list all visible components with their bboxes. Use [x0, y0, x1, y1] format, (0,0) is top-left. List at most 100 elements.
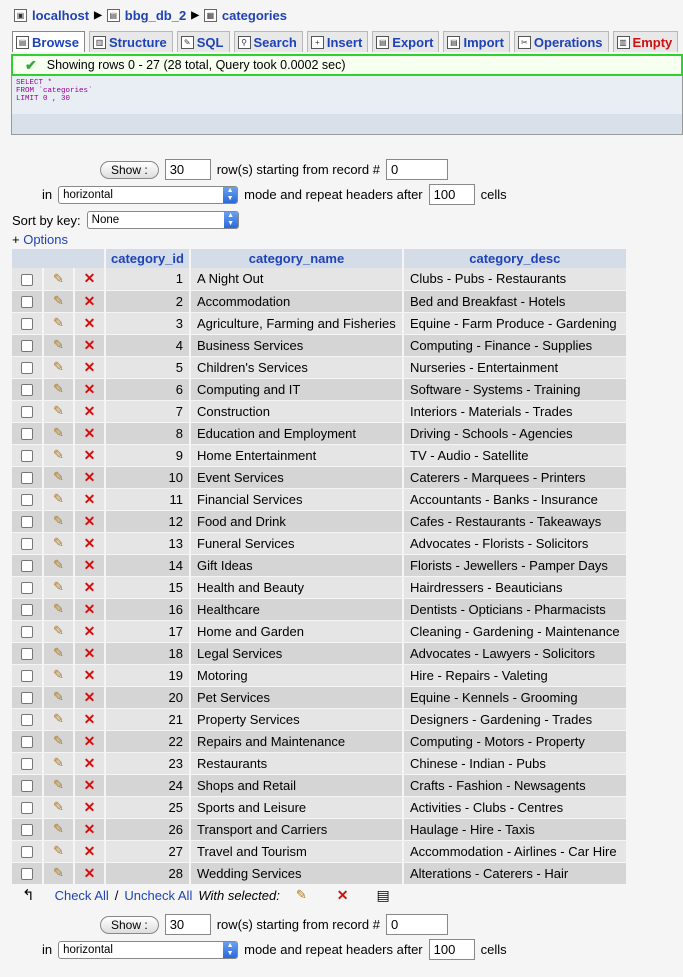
edit-pencil-icon[interactable]: ✎: [53, 535, 64, 550]
edit-pencil-icon[interactable]: ✎: [53, 337, 64, 352]
rows-count-input[interactable]: 30: [164, 914, 211, 935]
tab-insert[interactable]: + Insert: [306, 31, 369, 52]
delete-x-icon[interactable]: ✕: [84, 403, 96, 419]
rows-count-input[interactable]: 30: [164, 159, 211, 180]
row-checkbox[interactable]: [21, 340, 33, 353]
delete-x-icon[interactable]: ✕: [84, 645, 96, 661]
check-all-link[interactable]: Check All: [55, 888, 109, 903]
edit-pencil-icon[interactable]: ✎: [53, 821, 64, 836]
row-checkbox[interactable]: [21, 604, 33, 617]
edit-pencil-icon[interactable]: ✎: [53, 447, 64, 462]
delete-x-icon[interactable]: ✕: [84, 293, 96, 309]
row-checkbox[interactable]: [21, 538, 33, 551]
row-checkbox[interactable]: [21, 362, 33, 375]
column-header-category-name[interactable]: category_name: [190, 249, 404, 268]
delete-x-icon[interactable]: ✕: [84, 777, 96, 793]
tab-import[interactable]: ▤ Import: [443, 31, 510, 52]
row-checkbox[interactable]: [21, 582, 33, 595]
edit-pencil-icon[interactable]: ✎: [53, 645, 64, 660]
tab-sql[interactable]: ✎ SQL: [176, 31, 230, 52]
edit-pencil-icon[interactable]: ✎: [53, 491, 64, 506]
delete-x-icon[interactable]: ✕: [84, 623, 96, 639]
edit-pencil-icon[interactable]: ✎: [53, 843, 64, 858]
tab-export[interactable]: ▤ Export: [372, 31, 440, 52]
row-checkbox[interactable]: [21, 318, 33, 331]
row-checkbox[interactable]: [21, 868, 33, 881]
edit-pencil-icon[interactable]: ✎: [53, 315, 64, 330]
show-button[interactable]: Show :: [100, 160, 159, 179]
edit-pencil-icon[interactable]: ✎: [53, 689, 64, 704]
repeat-headers-input[interactable]: 100: [428, 939, 475, 960]
delete-selected-icon[interactable]: ✕: [337, 887, 349, 904]
delete-x-icon[interactable]: ✕: [84, 557, 96, 573]
row-checkbox[interactable]: [21, 472, 33, 485]
column-header-category-id[interactable]: category_id: [105, 249, 191, 268]
repeat-headers-input[interactable]: 100: [428, 184, 475, 205]
uncheck-all-link[interactable]: Uncheck All: [124, 888, 192, 903]
edit-pencil-icon[interactable]: ✎: [53, 799, 64, 814]
delete-x-icon[interactable]: ✕: [84, 755, 96, 771]
delete-x-icon[interactable]: ✕: [84, 447, 96, 463]
tab-operations[interactable]: ✂ Operations: [513, 31, 609, 52]
edit-pencil-icon[interactable]: ✎: [53, 403, 64, 418]
row-checkbox[interactable]: [21, 736, 33, 749]
edit-pencil-icon[interactable]: ✎: [53, 513, 64, 528]
row-checkbox[interactable]: [21, 802, 33, 815]
edit-selected-icon[interactable]: ✎: [296, 887, 307, 903]
delete-x-icon[interactable]: ✕: [84, 579, 96, 595]
row-checkbox[interactable]: [21, 516, 33, 529]
delete-x-icon[interactable]: ✕: [84, 513, 96, 529]
edit-pencil-icon[interactable]: ✎: [53, 755, 64, 770]
display-mode-select[interactable]: horizontal ▲ ▼: [58, 185, 239, 204]
sort-key-select[interactable]: None ▲ ▼: [86, 211, 239, 229]
column-header-category-desc[interactable]: category_desc: [403, 249, 628, 268]
edit-pencil-icon[interactable]: ✎: [53, 425, 64, 440]
row-checkbox[interactable]: [21, 824, 33, 837]
row-checkbox[interactable]: [21, 450, 33, 463]
row-checkbox[interactable]: [21, 780, 33, 793]
delete-x-icon[interactable]: ✕: [84, 601, 96, 617]
delete-x-icon[interactable]: ✕: [84, 491, 96, 507]
row-checkbox[interactable]: [21, 273, 33, 286]
row-checkbox[interactable]: [21, 406, 33, 419]
edit-pencil-icon[interactable]: ✎: [53, 733, 64, 748]
delete-x-icon[interactable]: ✕: [84, 315, 96, 331]
breadcrumb-table[interactable]: categories: [222, 8, 287, 23]
delete-x-icon[interactable]: ✕: [84, 337, 96, 353]
edit-pencil-icon[interactable]: ✎: [53, 623, 64, 638]
delete-x-icon[interactable]: ✕: [84, 425, 96, 441]
edit-pencil-icon[interactable]: ✎: [53, 579, 64, 594]
show-button[interactable]: Show :: [100, 915, 159, 934]
delete-x-icon[interactable]: ✕: [84, 865, 96, 881]
row-checkbox[interactable]: [21, 384, 33, 397]
export-selected-icon[interactable]: ▤: [377, 887, 390, 904]
row-checkbox[interactable]: [21, 692, 33, 705]
edit-pencil-icon[interactable]: ✎: [53, 777, 64, 792]
tab-empty[interactable]: ▥ Empty: [612, 31, 679, 52]
row-checkbox[interactable]: [21, 846, 33, 859]
breadcrumb-server[interactable]: localhost: [32, 8, 89, 23]
delete-x-icon[interactable]: ✕: [84, 535, 96, 551]
delete-x-icon[interactable]: ✕: [84, 667, 96, 683]
delete-x-icon[interactable]: ✕: [84, 689, 96, 705]
delete-x-icon[interactable]: ✕: [84, 843, 96, 859]
display-mode-select[interactable]: horizontal ▲ ▼: [58, 940, 239, 959]
row-checkbox[interactable]: [21, 758, 33, 771]
row-checkbox[interactable]: [21, 428, 33, 441]
row-checkbox[interactable]: [21, 670, 33, 683]
edit-pencil-icon[interactable]: ✎: [53, 557, 64, 572]
options-toggle[interactable]: + Options: [12, 232, 68, 247]
edit-pencil-icon[interactable]: ✎: [53, 865, 64, 880]
edit-pencil-icon[interactable]: ✎: [53, 381, 64, 396]
edit-pencil-icon[interactable]: ✎: [53, 711, 64, 726]
row-checkbox[interactable]: [21, 560, 33, 573]
row-checkbox[interactable]: [21, 494, 33, 507]
tab-search[interactable]: ⚲ Search: [233, 31, 303, 52]
delete-x-icon[interactable]: ✕: [84, 270, 96, 286]
delete-x-icon[interactable]: ✕: [84, 799, 96, 815]
delete-x-icon[interactable]: ✕: [84, 469, 96, 485]
tab-browse[interactable]: ▤ Browse: [12, 31, 85, 52]
breadcrumb-database[interactable]: bbg_db_2: [125, 8, 186, 23]
edit-pencil-icon[interactable]: ✎: [53, 359, 64, 374]
delete-x-icon[interactable]: ✕: [84, 821, 96, 837]
